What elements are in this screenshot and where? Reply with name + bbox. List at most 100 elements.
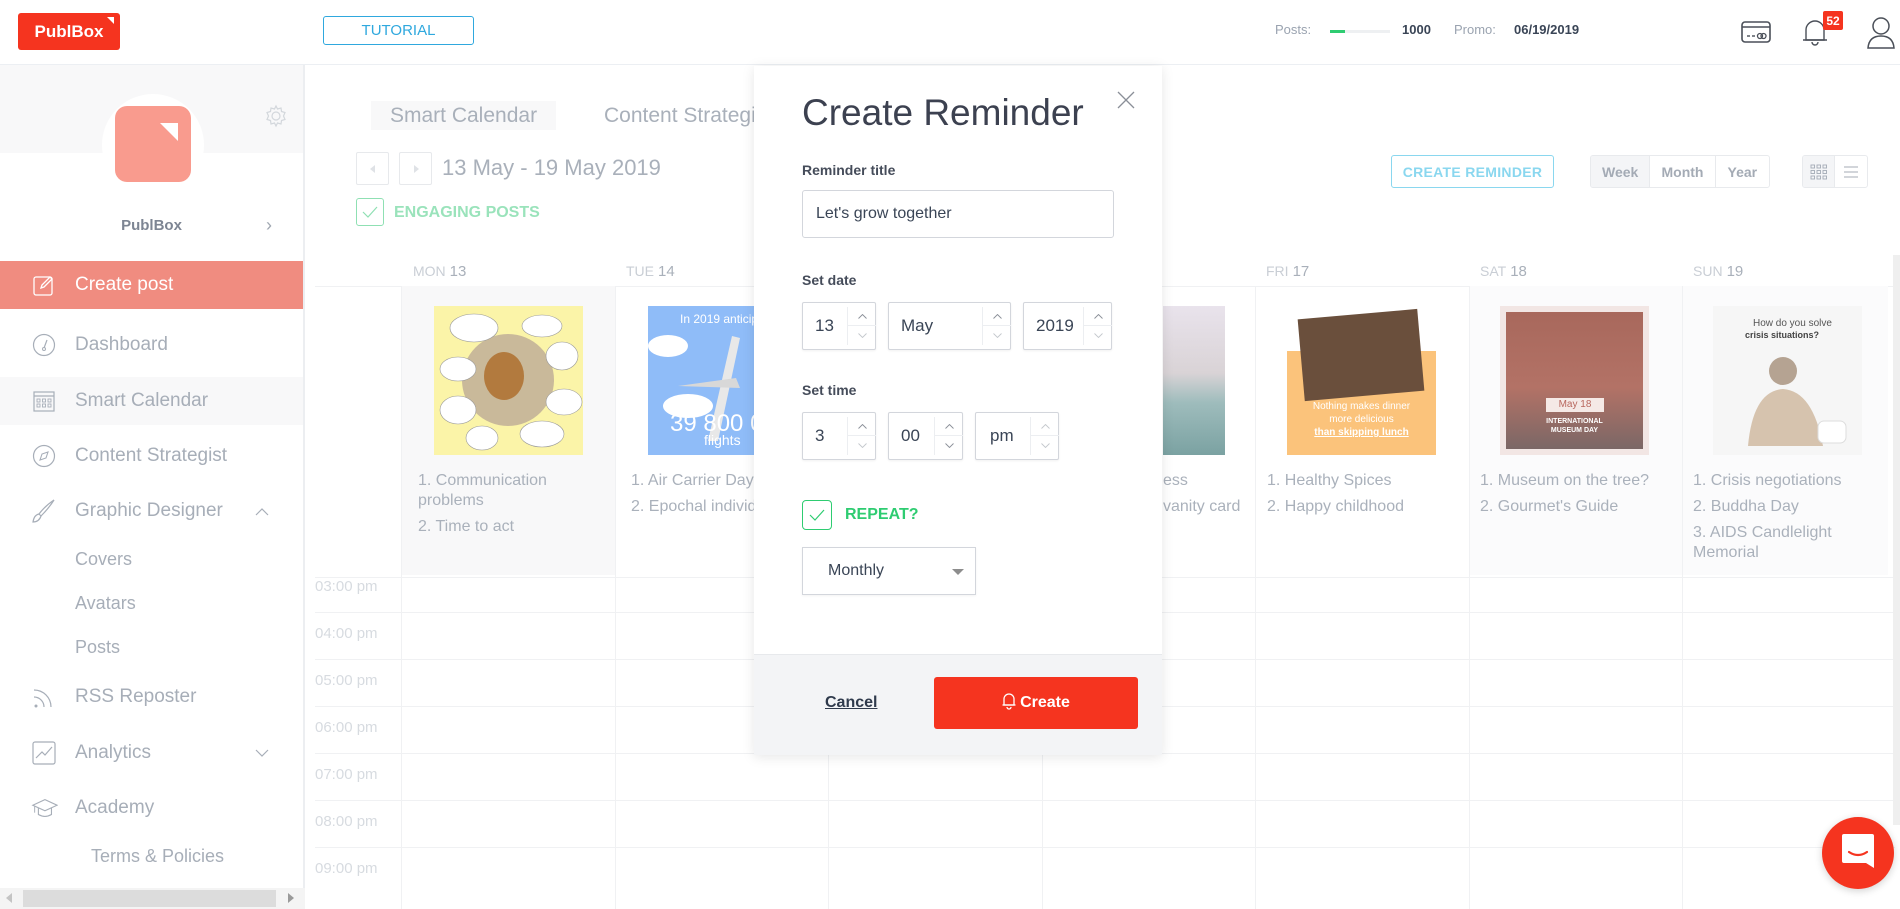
sidebar-item-analytics[interactable]: Analytics xyxy=(0,729,303,777)
year-stepper[interactable]: 2019 xyxy=(1023,302,1112,350)
day-stepper[interactable]: 13 xyxy=(802,302,876,350)
chevron-right-icon[interactable]: › xyxy=(266,215,272,236)
sidebar: PublBox › Create post Dashboard Smart Ca… xyxy=(0,65,305,909)
sidebar-item-academy[interactable]: Academy xyxy=(0,784,303,832)
post-title[interactable]: vanity card xyxy=(1163,497,1253,517)
reminder-title-input[interactable]: Let's grow together xyxy=(802,190,1114,238)
prev-week-button[interactable] xyxy=(356,152,389,185)
sidebar-item-label: RSS Reposter xyxy=(75,686,197,707)
terms-policies-link[interactable]: Terms & Policies xyxy=(0,846,315,867)
chevron-up-icon[interactable] xyxy=(848,307,876,326)
view-year-button[interactable]: Year xyxy=(1716,156,1769,187)
caret-down-icon xyxy=(952,569,964,575)
notifications-badge: 52 xyxy=(1823,11,1843,30)
stepper-arrows xyxy=(1083,307,1112,345)
time-label: 08:00 pm xyxy=(315,813,378,830)
scroll-right-arrow-icon[interactable] xyxy=(288,893,294,903)
modal-title: Create Reminder xyxy=(802,92,1084,133)
chevron-up-icon[interactable] xyxy=(1031,417,1059,436)
chevron-up-icon[interactable] xyxy=(983,307,1011,326)
posts-value: 1000 xyxy=(1402,22,1431,37)
post-thumbnail-crisis[interactable]: How do you solve crisis situations? xyxy=(1713,306,1862,455)
chat-widget-button[interactable] xyxy=(1822,817,1894,889)
repeat-frequency-select[interactable]: Monthly xyxy=(802,547,976,595)
chevron-down-icon[interactable] xyxy=(983,326,1011,345)
tutorial-button[interactable]: TUTORIAL xyxy=(323,16,474,45)
scrollbar-thumb[interactable] xyxy=(23,890,276,907)
chevron-down-icon[interactable] xyxy=(255,745,269,761)
post-title[interactable]: 1. Communication problems xyxy=(418,471,603,511)
cancel-button[interactable]: Cancel xyxy=(825,694,877,712)
view-month-button[interactable]: Month xyxy=(1650,156,1716,187)
brush-icon xyxy=(30,497,58,525)
time-label: 05:00 pm xyxy=(315,672,378,689)
day-date: 17 xyxy=(1292,263,1310,280)
billing-card-icon[interactable] xyxy=(1740,18,1772,46)
bell-icon xyxy=(1002,692,1016,715)
grid-view-icon[interactable] xyxy=(1803,156,1836,187)
hour-stepper[interactable]: 3 xyxy=(802,412,876,460)
chevron-up-icon[interactable] xyxy=(935,417,963,436)
post-title[interactable]: 2. Buddha Day xyxy=(1693,497,1863,517)
post-title[interactable]: ess xyxy=(1163,471,1253,491)
calendar-icon xyxy=(30,387,58,415)
chevron-down-icon[interactable] xyxy=(1031,436,1059,455)
sidebar-item-content-strategist[interactable]: Content Strategist xyxy=(0,432,303,480)
post-list-mon: 1. Communication problems 2. Time to act xyxy=(418,471,603,543)
close-icon[interactable] xyxy=(1116,90,1136,115)
create-button[interactable]: Create xyxy=(934,677,1138,729)
account-name[interactable]: PublBox xyxy=(0,217,303,234)
post-title[interactable]: 1. Museum on the tree? xyxy=(1480,471,1680,491)
post-title[interactable]: 2. Time to act xyxy=(418,517,603,537)
stepper-arrows xyxy=(847,307,876,345)
sidebar-item-smart-calendar[interactable]: Smart Calendar xyxy=(0,377,303,425)
thumb-text: May 18 xyxy=(1546,398,1604,412)
chevron-down-icon[interactable] xyxy=(848,436,876,455)
sidebar-subitem-posts[interactable]: Posts xyxy=(75,637,120,658)
post-thumbnail-thu[interactable] xyxy=(1163,306,1225,455)
next-week-button[interactable] xyxy=(399,152,432,185)
repeat-label[interactable]: REPEAT? xyxy=(845,506,918,524)
post-thumbnail-healthy-spices[interactable]: Nothing makes dinner more delicious than… xyxy=(1287,306,1436,455)
scroll-left-arrow-icon[interactable] xyxy=(6,893,12,903)
chevron-up-icon[interactable] xyxy=(848,417,876,436)
sidebar-item-label: Analytics xyxy=(75,742,152,763)
list-view-icon[interactable] xyxy=(1835,156,1867,187)
chevron-up-icon[interactable] xyxy=(1084,307,1112,326)
chevron-down-icon[interactable] xyxy=(848,326,876,345)
tab-smart-calendar[interactable]: Smart Calendar xyxy=(371,101,557,130)
ampm-stepper[interactable]: pm xyxy=(975,412,1059,460)
post-title[interactable]: 3. AIDS Candlelight Memorial xyxy=(1693,523,1863,563)
grid-line xyxy=(315,847,1895,848)
post-list-sun: 1. Crisis negotiations 2. Buddha Day 3. … xyxy=(1693,471,1863,569)
calendar-vertical-scrollbar[interactable] xyxy=(1893,255,1900,825)
gear-icon[interactable] xyxy=(264,104,288,133)
post-title[interactable]: 2. Happy childhood xyxy=(1267,497,1462,517)
month-stepper[interactable]: May xyxy=(888,302,1011,350)
engaging-posts-checkbox[interactable] xyxy=(356,198,384,226)
user-icon[interactable] xyxy=(1865,14,1897,50)
sidebar-item-dashboard[interactable]: Dashboard xyxy=(0,321,303,369)
repeat-checkbox[interactable] xyxy=(802,500,832,530)
engaging-posts-label[interactable]: ENGAGING POSTS xyxy=(394,204,540,222)
create-reminder-button[interactable]: CREATE REMINDER xyxy=(1391,155,1554,188)
post-thumbnail-communication[interactable] xyxy=(434,306,583,455)
chevron-down-icon[interactable] xyxy=(1084,326,1112,345)
post-title[interactable]: 1. Healthy Spices xyxy=(1267,471,1462,491)
sidebar-item-graphic-designer[interactable]: Graphic Designer xyxy=(0,487,303,535)
sidebar-item-rss-reposter[interactable]: RSS Reposter xyxy=(0,673,303,721)
post-title[interactable]: 1. Crisis negotiations xyxy=(1693,471,1863,491)
chevron-up-icon[interactable] xyxy=(255,503,269,519)
thumb-text: Nothing makes dinner xyxy=(1312,401,1411,412)
avatar[interactable] xyxy=(115,106,191,182)
sidebar-subitem-avatars[interactable]: Avatars xyxy=(75,593,136,614)
sidebar-item-create-post[interactable]: Create post xyxy=(0,261,303,309)
publbox-logo[interactable]: PublBox xyxy=(18,13,120,50)
sidebar-horizontal-scrollbar[interactable] xyxy=(0,888,305,909)
chevron-down-icon[interactable] xyxy=(935,436,963,455)
post-title[interactable]: 2. Gourmet's Guide xyxy=(1480,497,1680,517)
post-thumbnail-museum[interactable]: May 18 INTERNATIONAL MUSEUM DAY xyxy=(1500,306,1649,455)
view-week-button[interactable]: Week xyxy=(1591,156,1651,187)
minute-stepper[interactable]: 00 xyxy=(888,412,963,460)
sidebar-subitem-covers[interactable]: Covers xyxy=(75,549,132,570)
